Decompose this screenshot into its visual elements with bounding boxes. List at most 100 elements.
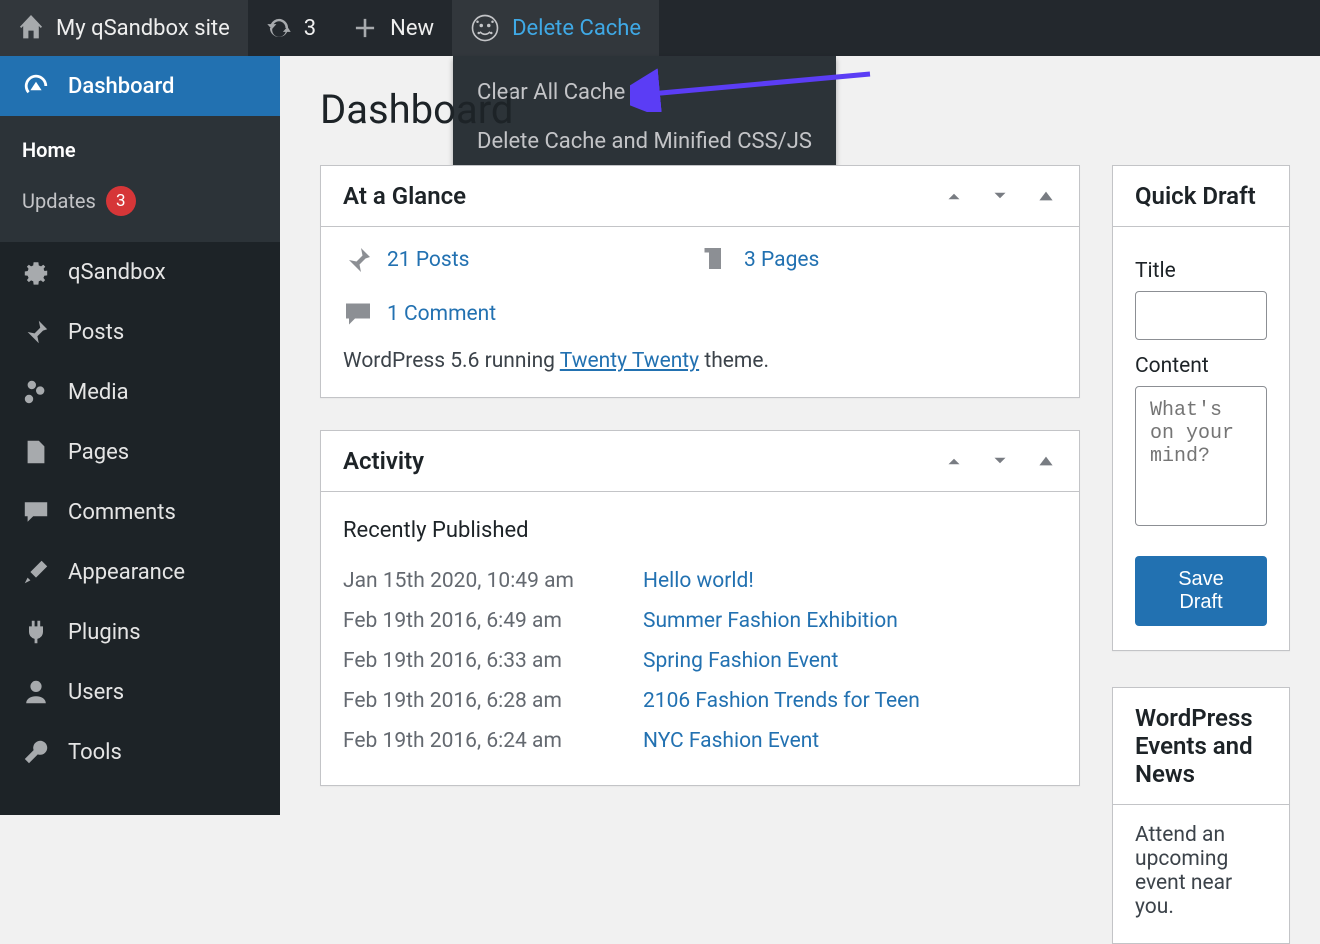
quick-draft-title: Quick Draft	[1135, 182, 1256, 210]
triangle-up-icon[interactable]	[1035, 185, 1057, 207]
activity-post-link[interactable]: NYC Fashion Event	[643, 729, 819, 753]
sidebar-item-pages[interactable]: Pages	[0, 422, 280, 482]
sidebar-item-plugins[interactable]: Plugins	[0, 602, 280, 662]
pin-icon	[22, 318, 50, 346]
activity-post-link[interactable]: Summer Fashion Exhibition	[643, 609, 898, 633]
chevron-down-icon[interactable]	[989, 450, 1011, 472]
user-icon	[22, 678, 50, 706]
plus-icon	[352, 15, 378, 41]
wp-events-blurb: Attend an upcoming event near you.	[1135, 823, 1232, 919]
glance-posts[interactable]: 21 Posts	[343, 245, 700, 275]
glance-pages-link[interactable]: 3 Pages	[744, 248, 819, 272]
sidebar-item-comments[interactable]: Comments	[0, 482, 280, 542]
sidebar-label: Tools	[68, 740, 122, 765]
updates-badge: 3	[106, 186, 136, 216]
sidebar-item-media[interactable]: Media	[0, 362, 280, 422]
draft-content-textarea[interactable]	[1135, 386, 1267, 526]
plug-icon	[22, 618, 50, 646]
sidebar-label: Media	[68, 380, 129, 405]
new-label: New	[390, 16, 434, 41]
activity-row: Jan 15th 2020, 10:49 am Hello world!	[343, 561, 1057, 601]
wp-events-box: WordPress Events and News Attend an upco…	[1112, 687, 1290, 944]
glance-comments[interactable]: 1 Comment	[343, 299, 1057, 329]
site-name: My qSandbox site	[56, 16, 230, 41]
activity-post-link[interactable]: Spring Fashion Event	[643, 649, 838, 673]
main-content: Dashboard At a Glance 21 Po	[280, 56, 1320, 815]
home-icon	[18, 15, 44, 41]
page-title: Dashboard	[320, 86, 1290, 133]
at-a-glance-title: At a Glance	[343, 182, 466, 210]
sidebar-item-tools[interactable]: Tools	[0, 722, 280, 782]
activity-date: Feb 19th 2016, 6:24 am	[343, 729, 603, 753]
new-content-link[interactable]: New	[334, 0, 452, 56]
title-label: Title	[1135, 259, 1267, 283]
sidebar-item-dashboard[interactable]: Dashboard	[0, 56, 280, 116]
sidebar-label: Comments	[68, 500, 176, 525]
draft-title-input[interactable]	[1135, 291, 1267, 340]
chevron-up-icon[interactable]	[943, 450, 965, 472]
theme-suffix: theme.	[699, 349, 769, 373]
at-a-glance-box: At a Glance 21 Posts	[320, 165, 1080, 398]
sidebar-item-appearance[interactable]: Appearance	[0, 542, 280, 602]
activity-row: Feb 19th 2016, 6:33 am Spring Fashion Ev…	[343, 641, 1057, 681]
activity-post-link[interactable]: Hello world!	[643, 569, 754, 593]
updates-count: 3	[304, 16, 316, 41]
theme-prefix: WordPress 5.6 running	[343, 349, 560, 373]
activity-date: Jan 15th 2020, 10:49 am	[343, 569, 603, 593]
sidebar-sub-updates[interactable]: Updates 3	[0, 174, 280, 228]
dashboard-submenu: Home Updates 3	[0, 116, 280, 242]
sidebar-label: qSandbox	[68, 260, 166, 285]
comment-icon	[343, 299, 373, 329]
sidebar-item-qsandbox[interactable]: qSandbox	[0, 242, 280, 302]
activity-row: Feb 19th 2016, 6:24 am NYC Fashion Event	[343, 721, 1057, 761]
sidebar-label: Plugins	[68, 620, 141, 645]
chevron-up-icon[interactable]	[943, 185, 965, 207]
activity-date: Feb 19th 2016, 6:33 am	[343, 649, 603, 673]
page-icon	[22, 438, 50, 466]
theme-link[interactable]: Twenty Twenty	[560, 349, 699, 373]
sidebar-label: Dashboard	[68, 74, 174, 99]
save-draft-button[interactable]: Save Draft	[1135, 556, 1267, 626]
activity-box: Activity Recently Published Jan 15th 202…	[320, 430, 1080, 786]
media-icon	[22, 378, 50, 406]
activity-row: Feb 19th 2016, 6:28 am 2106 Fashion Tren…	[343, 681, 1057, 721]
activity-post-link[interactable]: 2106 Fashion Trends for Teen	[643, 689, 920, 713]
admin-bar: My qSandbox site 3 New Delete Cache	[0, 0, 1320, 56]
sidebar-label: Users	[68, 680, 124, 705]
comment-icon	[22, 498, 50, 526]
gear-icon	[22, 258, 50, 286]
quick-draft-box: Quick Draft Title Content Save Draft	[1112, 165, 1290, 651]
dashboard-icon	[22, 72, 50, 100]
glance-comments-link[interactable]: 1 Comment	[387, 302, 496, 326]
activity-row: Feb 19th 2016, 6:49 am Summer Fashion Ex…	[343, 601, 1057, 641]
brush-icon	[22, 558, 50, 586]
delete-cache-menu[interactable]: Delete Cache	[452, 0, 659, 56]
sidebar-sub-home[interactable]: Home	[0, 126, 280, 174]
wrench-icon	[22, 738, 50, 766]
content-label: Content	[1135, 354, 1267, 378]
updates-link[interactable]: 3	[248, 0, 334, 56]
theme-info: WordPress 5.6 running Twenty Twenty them…	[343, 349, 1057, 373]
page-icon	[700, 245, 730, 275]
glance-posts-link[interactable]: 21 Posts	[387, 248, 469, 272]
activity-date: Feb 19th 2016, 6:28 am	[343, 689, 603, 713]
sidebar-item-posts[interactable]: Posts	[0, 302, 280, 362]
recently-published-heading: Recently Published	[343, 518, 1057, 543]
glance-pages[interactable]: 3 Pages	[700, 245, 1057, 275]
pin-icon	[343, 245, 373, 275]
delete-cache-label: Delete Cache	[512, 16, 641, 41]
sidebar-label: Appearance	[68, 560, 185, 585]
sidebar-label: Pages	[68, 440, 129, 465]
site-home-link[interactable]: My qSandbox site	[0, 0, 248, 56]
wp-events-title: WordPress Events and News	[1135, 704, 1267, 788]
refresh-icon	[266, 15, 292, 41]
triangle-up-icon[interactable]	[1035, 450, 1057, 472]
updates-label: Updates	[22, 189, 96, 213]
sidebar-item-users[interactable]: Users	[0, 662, 280, 722]
cheetah-icon	[470, 13, 500, 43]
activity-date: Feb 19th 2016, 6:49 am	[343, 609, 603, 633]
sidebar-label: Posts	[68, 320, 124, 345]
chevron-down-icon[interactable]	[989, 185, 1011, 207]
admin-sidebar: Dashboard Home Updates 3 qSandbox Posts …	[0, 56, 280, 815]
activity-title: Activity	[343, 447, 424, 475]
